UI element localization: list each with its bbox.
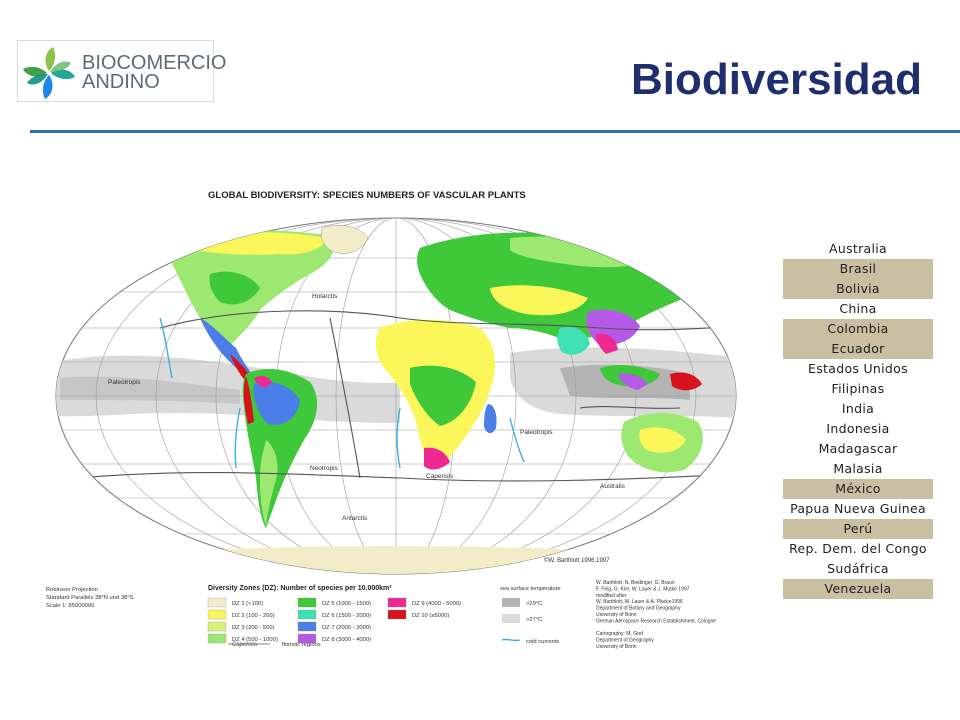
legend-swatch xyxy=(207,609,227,620)
biodiversity-map-figure: GLOBAL BIODIVERSITY: SPECIES NUMBERS OF … xyxy=(40,178,760,658)
country-item: Perú xyxy=(783,519,933,539)
country-item: Indonesia xyxy=(826,421,890,436)
legend-swatch xyxy=(387,597,407,608)
country-item: Ecuador xyxy=(783,339,933,359)
label-holarctis: Holarctis xyxy=(312,293,338,300)
country-list: Australia Brasil Bolivia China Colombia Ecuad… xyxy=(783,239,933,599)
country-item: Papua Nueva Guinea xyxy=(790,501,926,516)
credit-line: German Aerospace Research Establishment,… xyxy=(596,618,716,624)
cold-currents-label: cold currents xyxy=(526,639,559,645)
country-item: Filipinas xyxy=(831,381,885,396)
title-divider xyxy=(30,130,960,133)
country-item: Rep. Dem. del Congo xyxy=(789,541,927,556)
legend-zone-label: DZ 2 (100 - 200) xyxy=(232,613,275,619)
credit-line: modified after xyxy=(596,593,627,599)
country-item: Madagascar xyxy=(818,441,898,456)
legend-swatch xyxy=(297,609,317,620)
sea-label-27: >27°C xyxy=(526,617,542,623)
credit-line: University of Bonn xyxy=(596,612,637,618)
legend-capensis: Capensis xyxy=(232,642,257,648)
country-item: Brasil xyxy=(783,259,933,279)
legend-zone-label: DZ 6 (1500 - 2000) xyxy=(322,613,371,619)
credit-line: Department of Botany and Geography xyxy=(596,606,681,612)
legend-swatch xyxy=(207,597,227,608)
credit-line: W. Barthlott, W. Lauer & A. Placke1996 xyxy=(596,599,683,605)
legend-swatch xyxy=(297,621,317,632)
credit-line: Cartography: M. Gref xyxy=(596,631,644,637)
country-item: México xyxy=(783,479,933,499)
cold-current-icon xyxy=(501,638,521,642)
biocomercio-logo: BIOCOMERCIO ANDINO xyxy=(17,40,226,102)
projection-line-1: Robinson Projection xyxy=(46,587,98,593)
projection-info: Robinson Projection Standard Parallels 3… xyxy=(46,587,134,609)
legend-zone-label: DZ 8 (3000 - 4000) xyxy=(322,637,371,643)
logo-text-line1: BIOCOMERCIO xyxy=(82,52,227,74)
country-item: Malasia xyxy=(833,461,883,476)
credit-line: University of Bonn xyxy=(596,644,637,650)
credit-line: W. Barthlott, N. Biedinger, G. Braun xyxy=(596,580,675,586)
legend-floristic: floristic regions xyxy=(282,642,321,648)
map-credits: W. Barthlott, N. Biedinger, G. BraunF. F… xyxy=(596,580,716,650)
legend-swatch xyxy=(207,621,227,632)
country-item: India xyxy=(841,401,875,416)
legend-zone-label: DZ 7 (2000 - 3000) xyxy=(322,625,371,631)
credit-line: Department of Geography xyxy=(596,638,654,644)
label-australis: Australis xyxy=(600,483,626,490)
world-biodiversity-map: GLOBAL BIODIVERSITY: SPECIES NUMBERS OF … xyxy=(46,190,737,650)
legend-zone-label: DZ 1 (<100) xyxy=(232,601,263,607)
sea-heading: sea surface temperature xyxy=(500,586,561,592)
country-item: China xyxy=(839,301,877,316)
label-capensis: Capensis xyxy=(426,473,454,480)
legend-zone-label: DZ 10 (≥5000) xyxy=(412,613,449,619)
label-antarctis: Antarctis xyxy=(342,515,368,522)
legend: Diversity Zones (DZ): Number of species … xyxy=(207,585,561,648)
label-neotropis: Neotropis xyxy=(310,465,339,472)
country-item: Sudáfrica xyxy=(827,561,889,576)
north-america-arctic xyxy=(190,232,328,255)
legend-heading: Diversity Zones (DZ): Number of species … xyxy=(208,585,392,592)
country-item: Australia xyxy=(829,241,887,256)
country-item: Bolivia xyxy=(783,279,933,299)
map-title: GLOBAL BIODIVERSITY: SPECIES NUMBERS OF … xyxy=(208,190,526,201)
legend-swatch xyxy=(387,609,407,620)
label-paleotropis-east: Paleotropis xyxy=(520,429,553,436)
logo-text-line2: ANDINO xyxy=(82,71,160,93)
legend-swatch xyxy=(207,633,227,644)
map-credit: ©W. Barthlott 1996,1997 xyxy=(544,557,610,564)
country-item: Venezuela xyxy=(783,579,933,599)
sea-swatch-29 xyxy=(502,598,520,607)
antarctica xyxy=(100,546,700,574)
credit-line: F. Feig, G. Kier, W. Lauer & J. Mutke 19… xyxy=(596,586,690,592)
country-item: Colombia xyxy=(783,319,933,339)
sea-label-29: >29°C xyxy=(526,601,542,607)
projection-line-2: Standard Parallels 38°N und 38°S xyxy=(46,595,134,601)
slide-title: Biodiversidad xyxy=(631,55,922,104)
leaf-logo-icon xyxy=(23,47,75,99)
legend-zone-label: DZ 3 (200 - 500) xyxy=(232,625,275,631)
label-paleotropis-west: Paleotropis xyxy=(108,379,141,386)
country-item: Estados Unidos xyxy=(808,361,908,376)
sea-swatch-27 xyxy=(502,614,520,623)
legend-zone-label: DZ 5 (1000 - 1500) xyxy=(322,601,371,607)
projection-line-3: Scale 1: 85000000 xyxy=(46,603,94,609)
legend-swatch xyxy=(297,597,317,608)
legend-zone-label: DZ 9 (4000 - 5000) xyxy=(412,601,461,607)
